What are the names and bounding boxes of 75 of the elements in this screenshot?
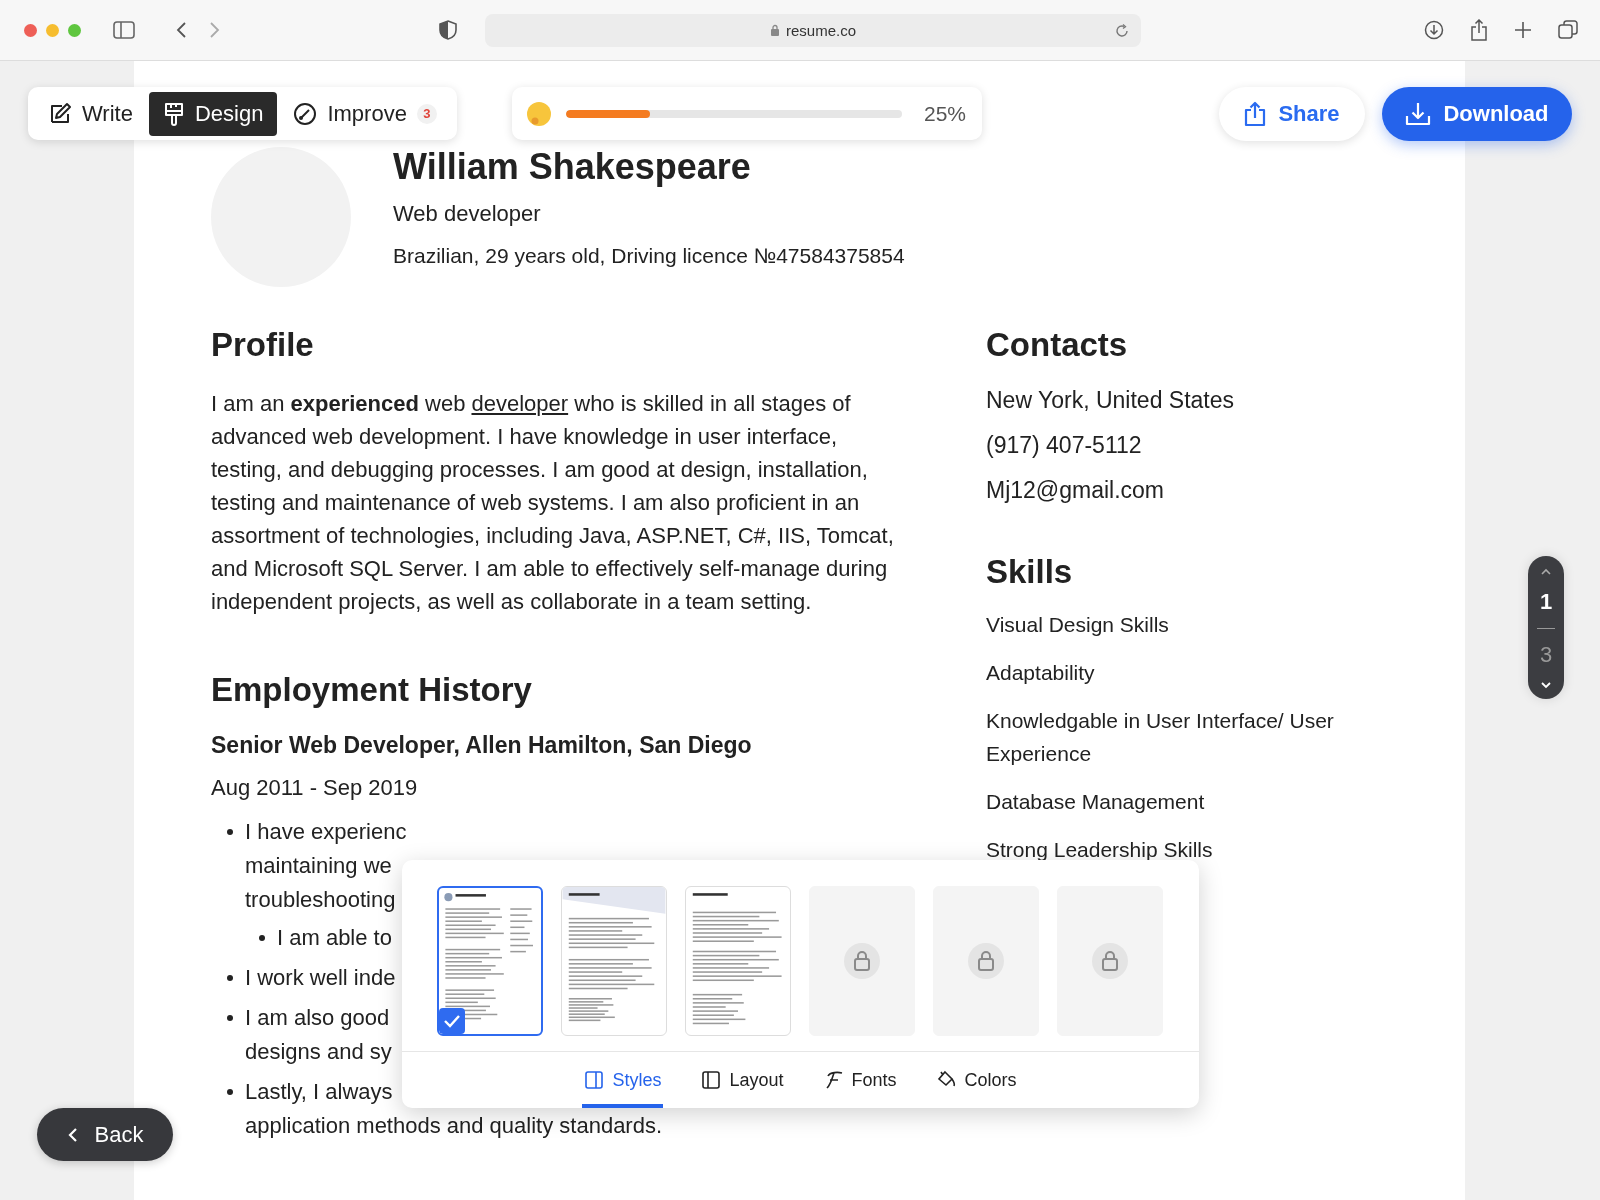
panel-tab[interactable]: Layout: [699, 1052, 786, 1108]
bullet-text: I have experienc: [245, 819, 407, 845]
bullet-icon: [227, 1089, 233, 1095]
lock-icon: [1092, 943, 1128, 979]
download-icon[interactable]: [1424, 20, 1444, 40]
close-window-icon[interactable]: [24, 23, 37, 37]
download-button[interactable]: Download: [1382, 87, 1572, 141]
shield-icon[interactable]: [439, 20, 457, 40]
skill-item: Knowledgable in User Interface/ User Experience: [986, 708, 1335, 767]
bullet-icon: [259, 935, 265, 941]
bullet-text: I am able to: [277, 925, 392, 951]
skill-item: Database Management: [986, 789, 1206, 815]
contact-detail: Mj12@gmail.com: [986, 477, 1165, 504]
layout-icon: [701, 1070, 722, 1090]
share-icon: [1244, 101, 1267, 127]
bullet-text: maintaining we: [245, 853, 392, 879]
panel-tab[interactable]: Fonts: [821, 1052, 899, 1108]
page-up-icon[interactable]: [1540, 568, 1552, 576]
chevron-left-icon: [66, 1126, 79, 1143]
section-heading: Employment History: [211, 670, 533, 710]
bullet-icon: [227, 829, 233, 835]
contact-detail: (917) 407-5112: [986, 432, 1143, 459]
styles-icon: [584, 1070, 605, 1090]
forward-icon[interactable]: [209, 21, 221, 39]
reload-icon[interactable]: [1115, 23, 1129, 38]
profile-paragraph: I am an experienced web developer who is skilled in all stages of advanced web development. I have knowledge in user interface, testing, and debugging processes. I am good at design, installation, testing and maintenance of web systems. I am also proficient in an assortment of technologies, including Java, ASP.NET, C#, IIS, Tomcat, and Microsoft SQL Server. I am able to effectively self-manage during independent projects, as well as collaborate in a team setting.: [211, 390, 895, 616]
bullet-text: application methods and quality standards.: [245, 1113, 663, 1139]
bullet-text: I work well inde: [245, 965, 396, 991]
skill-item: Visual Design Skills: [986, 612, 1170, 638]
resume-name: William Shakespeare: [393, 147, 752, 187]
skill-item: Adaptability: [986, 660, 1096, 686]
new-tab-icon[interactable]: [1514, 21, 1532, 39]
contact-detail: New York, United States: [986, 387, 1236, 414]
panel-tab[interactable]: Colors: [934, 1052, 1019, 1108]
bullet-text: Lastly, I always: [245, 1079, 393, 1105]
download-icon: [1405, 101, 1432, 127]
job-title: Web developer: [393, 201, 542, 227]
bullet-text: designs and sy: [245, 1039, 392, 1065]
panel-tab[interactable]: Styles: [582, 1052, 664, 1108]
emoji-icon: [526, 100, 552, 127]
brush-icon: [162, 101, 185, 126]
template-thumbnail[interactable]: [437, 886, 543, 1036]
mode-tab[interactable]: Design: [148, 91, 278, 136]
lock-icon: [968, 943, 1004, 979]
mode-tab[interactable]: Improve 3: [279, 91, 451, 136]
bullet-icon: [227, 975, 233, 981]
gauge-icon: [293, 101, 318, 126]
mode-tab[interactable]: Write: [34, 91, 147, 136]
sidebar-icon[interactable]: [113, 21, 135, 39]
edit-icon: [48, 101, 72, 126]
lock-icon: [844, 943, 880, 979]
count-badge: 3: [416, 103, 437, 124]
personal-details: Brazilian, 29 years old, Driving licence №47584375854: [393, 244, 905, 268]
page-down-icon[interactable]: [1540, 681, 1552, 689]
back-button[interactable]: Back: [37, 1108, 173, 1161]
job-heading: Senior Web Developer, Allen Hamilton, San Diego: [211, 732, 753, 759]
progress-reading: 25%: [924, 101, 967, 126]
section-heading: Skills: [986, 552, 1074, 592]
skill-item: Strong Leadership Skills: [986, 837, 1214, 863]
bullet-icon: [227, 1015, 233, 1021]
address-bar[interactable]: resume.co: [485, 13, 1141, 47]
tabs-overview-icon[interactable]: [1558, 20, 1578, 40]
share-button[interactable]: Share: [1219, 87, 1365, 141]
checkmark-icon: [439, 1008, 465, 1034]
section-heading: Profile: [211, 325, 315, 365]
job-dates: Aug 2011 - Sep 2019: [211, 775, 419, 801]
underlined-word[interactable]: developer: [471, 391, 569, 416]
bullet-text: I am also good: [245, 1005, 390, 1031]
section-heading: Contacts: [986, 325, 1129, 365]
share-icon[interactable]: [1470, 19, 1488, 41]
current-page: 1: [1539, 589, 1553, 615]
back-icon[interactable]: [175, 21, 187, 39]
lock-icon: [770, 24, 780, 36]
bullet-text: troubleshooting: [245, 887, 396, 913]
total-pages: 3: [1539, 642, 1553, 668]
